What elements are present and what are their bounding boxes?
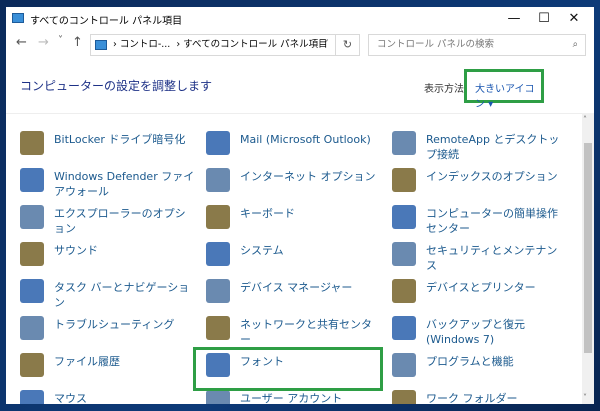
control-panel-item[interactable]: バックアップと復元 (Windows 7) xyxy=(392,316,562,346)
control-panel-window: すべてのコントロール パネル項目 — ☐ ✕ ← → ˅ ↑ › コントロ-..… xyxy=(6,7,594,404)
control-panel-item[interactable]: デバイス マネージャー xyxy=(206,279,381,309)
item-label: コンピューターの簡単操作センター xyxy=(426,207,558,235)
scroll-up-icon[interactable]: ˄ xyxy=(583,115,587,124)
item-icon xyxy=(20,131,44,155)
item-label: インデックスのオプション xyxy=(426,170,558,183)
breadcrumb-all-items[interactable]: › すべてのコントロール パネル項目 xyxy=(176,39,327,50)
control-panel-item[interactable]: ユーザー アカウント xyxy=(206,390,381,404)
scrollbar-thumb[interactable] xyxy=(584,143,592,353)
item-icon xyxy=(20,168,44,192)
control-panel-item[interactable]: RemoteApp とデスクトップ接続 xyxy=(392,131,562,161)
control-panel-item[interactable]: コンピューターの簡単操作センター xyxy=(392,205,562,235)
item-icon xyxy=(206,390,230,404)
control-panel-item[interactable]: ネットワークと共有センター xyxy=(206,316,381,346)
view-by-label: 表示方法 xyxy=(424,84,464,95)
item-label: ファイル履歴 xyxy=(54,355,120,368)
control-panel-item[interactable]: BitLocker ドライブ暗号化 xyxy=(20,131,195,161)
page-title: コンピューターの設定を調整します xyxy=(20,79,213,93)
item-icon xyxy=(392,279,416,303)
breadcrumb-control-panel[interactable]: › コントロ-... xyxy=(113,39,170,50)
control-panel-item[interactable]: セキュリティとメンテナンス xyxy=(392,242,562,272)
item-label: インターネット オプション xyxy=(240,170,376,183)
item-icon xyxy=(392,205,416,229)
control-panel-item[interactable]: プログラムと機能 xyxy=(392,353,562,383)
window-title: すべてのコントロール パネル項目 xyxy=(30,16,183,27)
control-panel-item[interactable]: トラブルシューティング xyxy=(20,316,195,346)
item-icon xyxy=(20,353,44,377)
item-label: バックアップと復元 (Windows 7) xyxy=(426,318,525,346)
item-label: ユーザー アカウント xyxy=(240,392,343,404)
highlight-box xyxy=(193,347,383,391)
item-label: トラブルシューティング xyxy=(54,318,175,331)
item-icon xyxy=(20,205,44,229)
control-panel-item[interactable]: システム xyxy=(206,242,381,272)
item-label: エクスプローラーのオプション xyxy=(54,207,186,235)
item-icon xyxy=(392,353,416,377)
title-bar: すべてのコントロール パネル項目 — ☐ ✕ xyxy=(6,7,594,31)
item-icon xyxy=(206,131,230,155)
control-panel-item[interactable]: エクスプローラーのオプション xyxy=(20,205,195,235)
item-icon xyxy=(206,316,230,340)
item-icon xyxy=(206,168,230,192)
item-label: Windows Defender ファイアウォール xyxy=(54,170,195,198)
item-label: ネットワークと共有センター xyxy=(240,318,372,346)
divider xyxy=(6,113,584,114)
item-icon xyxy=(206,242,230,266)
item-label: マウス xyxy=(54,392,87,404)
item-icon xyxy=(20,279,44,303)
scrollbar[interactable]: ˄ ˅ xyxy=(582,113,594,404)
control-panel-icon xyxy=(12,13,24,23)
item-icon xyxy=(20,390,44,404)
item-icon xyxy=(392,168,416,192)
address-dropdown-icon[interactable]: ˅ xyxy=(324,35,329,55)
control-panel-item[interactable]: タスク バーとナビゲーション xyxy=(20,279,195,309)
control-panel-item[interactable]: キーボード xyxy=(206,205,381,235)
control-panel-item[interactable]: デバイスとプリンター xyxy=(392,279,562,309)
control-panel-icon xyxy=(95,40,107,50)
item-label: キーボード xyxy=(240,207,295,220)
up-button[interactable]: ↑ xyxy=(72,35,83,50)
item-label: Mail (Microsoft Outlook) xyxy=(240,133,371,146)
address-bar[interactable]: › コントロ-... › すべてのコントロール パネル項目 ˅ ↻ xyxy=(90,34,360,56)
item-label: システム xyxy=(240,244,284,257)
control-panel-item[interactable]: Windows Defender ファイアウォール xyxy=(20,168,195,198)
item-icon xyxy=(20,242,44,266)
search-input[interactable]: コントロール パネルの検索 ⌕ xyxy=(368,34,586,56)
item-label: RemoteApp とデスクトップ接続 xyxy=(426,133,560,161)
item-icon xyxy=(206,279,230,303)
control-panel-item[interactable]: Mail (Microsoft Outlook) xyxy=(206,131,381,161)
item-label: ワーク フォルダー xyxy=(426,392,518,404)
back-button[interactable]: ← xyxy=(16,35,27,50)
control-panel-item[interactable]: サウンド xyxy=(20,242,195,272)
item-icon xyxy=(392,131,416,155)
refresh-button[interactable]: ↻ xyxy=(335,35,359,55)
item-icon xyxy=(392,316,416,340)
item-label: デバイスとプリンター xyxy=(426,281,536,294)
control-panel-item[interactable]: ワーク フォルダー xyxy=(392,390,562,404)
view-by-dropdown[interactable]: 大きいアイコン ▾ xyxy=(464,69,544,110)
item-icon xyxy=(392,390,416,404)
control-panel-item[interactable]: ファイル履歴 xyxy=(20,353,195,383)
item-label: プログラムと機能 xyxy=(426,355,514,368)
recent-locations-button[interactable]: ˅ xyxy=(58,35,63,46)
item-icon xyxy=(392,242,416,266)
item-label: サウンド xyxy=(54,244,98,257)
search-placeholder: コントロール パネルの検索 xyxy=(377,39,495,50)
close-button[interactable]: ✕ xyxy=(554,9,594,29)
scroll-down-icon[interactable]: ˅ xyxy=(583,393,587,402)
forward-button[interactable]: → xyxy=(38,35,49,50)
item-label: セキュリティとメンテナンス xyxy=(426,244,558,272)
search-icon[interactable]: ⌕ xyxy=(573,35,578,55)
item-icon xyxy=(206,205,230,229)
control-panel-item[interactable]: マウス xyxy=(20,390,195,404)
control-panel-item[interactable]: インデックスのオプション xyxy=(392,168,562,198)
breadcrumb: › コントロ-... › すべてのコントロール パネル項目 xyxy=(113,35,328,55)
item-label: デバイス マネージャー xyxy=(240,281,353,294)
item-icon xyxy=(20,316,44,340)
control-panel-item[interactable]: インターネット オプション xyxy=(206,168,381,198)
item-label: タスク バーとナビゲーション xyxy=(54,281,190,309)
item-label: BitLocker ドライブ暗号化 xyxy=(54,133,186,146)
